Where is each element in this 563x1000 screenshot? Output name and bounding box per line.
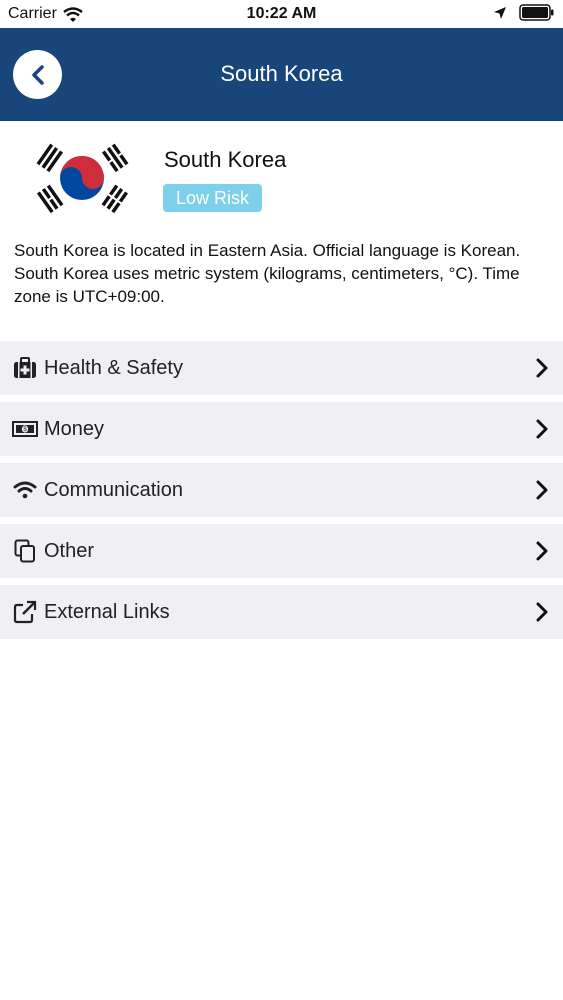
category-menu: Health & Safety $ Money Communication Ot… [0,341,563,646]
menu-item-label: External Links [44,600,170,623]
navigation-bar: South Korea [0,28,563,121]
page-title: South Korea [220,61,343,86]
menu-item-communication[interactable]: Communication [0,463,563,517]
first-aid-kit-icon [12,355,38,381]
menu-item-label: Money [44,417,105,440]
risk-badge: Low Risk [163,184,262,212]
country-name: South Korea [164,147,287,172]
menu-item-health-safety[interactable]: Health & Safety [0,341,563,395]
country-description: South Korea is located in Eastern Asia. … [14,241,521,306]
south-korea-flag-icon [30,137,134,219]
status-right [493,4,555,21]
banknote-icon: $ [12,416,38,442]
menu-item-external-links[interactable]: External Links [0,585,563,639]
menu-item-other[interactable]: Other [0,524,563,578]
wifi-icon [12,477,38,503]
status-time: 10:22 AM [246,5,317,22]
chevron-right-icon [536,602,548,622]
copy-icon [12,538,38,564]
menu-item-label: Other [44,539,95,562]
chevron-right-icon [536,358,548,378]
location-arrow-icon [494,6,506,19]
menu-item-label: Communication [44,478,183,501]
battery-icon [519,4,554,21]
status-bar: Carrier 10:22 AM [0,0,563,28]
chevron-right-icon [536,480,548,500]
external-link-icon [12,599,38,625]
menu-item-label: Health & Safety [44,356,183,379]
chevron-right-icon [536,541,548,561]
menu-item-money[interactable]: $ Money [0,402,563,456]
chevron-right-icon [536,419,548,439]
